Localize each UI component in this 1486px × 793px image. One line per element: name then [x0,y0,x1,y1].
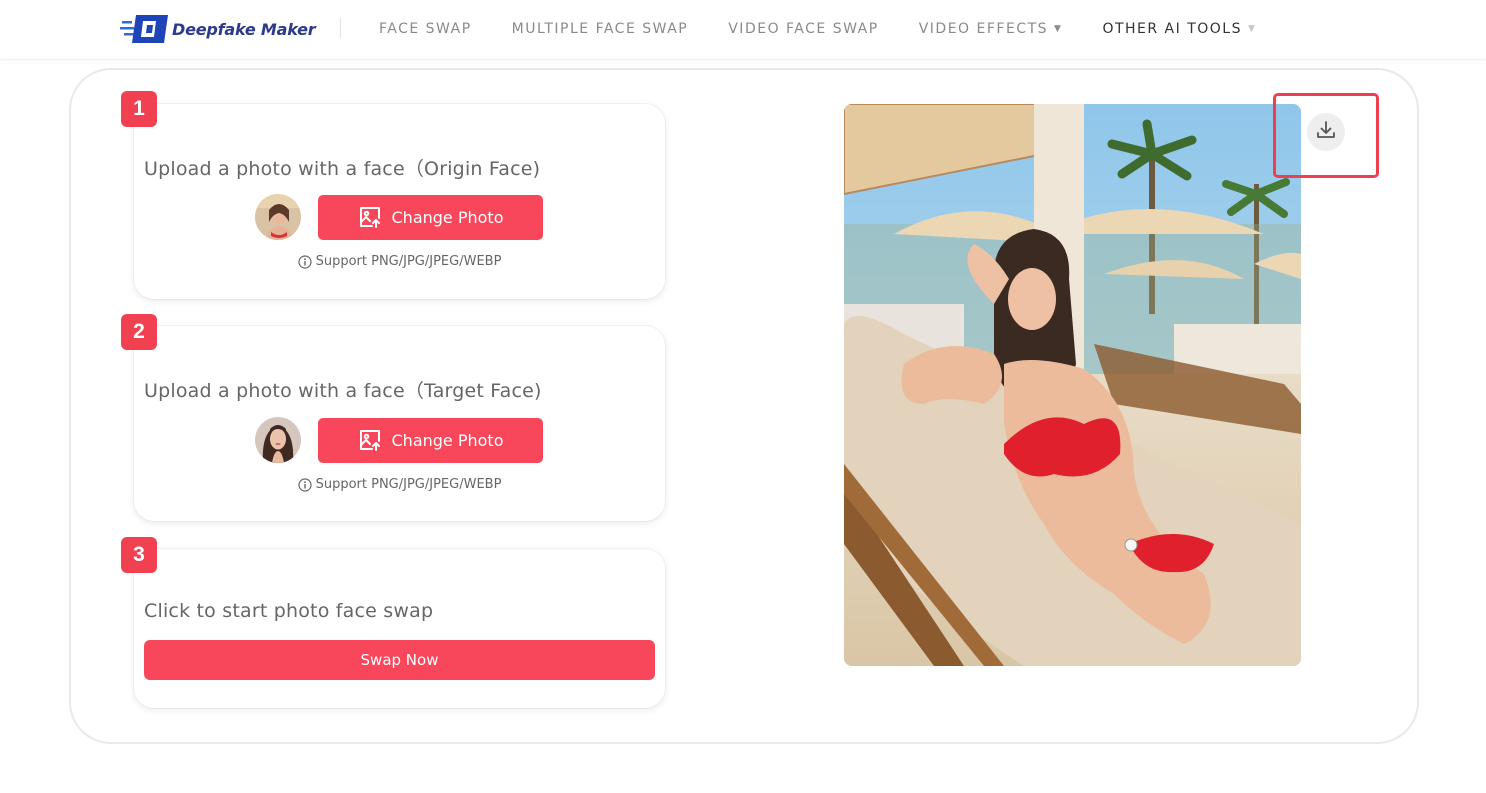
result-image [844,104,1301,666]
nav-multiple-face-swap[interactable]: MULTIPLE FACE SWAP [512,21,689,37]
nav-face-swap[interactable]: FACE SWAP [379,21,472,37]
caret-down-icon: ▼ [1248,24,1257,34]
swap-now-button[interactable]: Swap Now [144,640,655,680]
main-nav: FACE SWAP MULTIPLE FACE SWAP VIDEO FACE … [379,0,1296,58]
step-1-title: Upload a photo with a face（Origin Face) [144,158,541,180]
step-1-card: Upload a photo with a face（Origin Face) [134,104,665,299]
nav-video-effects-label: VIDEO EFFECTS [918,21,1049,37]
step-2-upload-row: Change Photo [255,417,543,463]
brand-logo[interactable]: Deepfake Maker [120,12,316,46]
nav-divider [340,18,341,38]
image-upload-icon [358,205,382,229]
nav-other-ai-tools-label: OTHER AI TOOLS [1102,21,1242,37]
change-photo-label: Change Photo [391,430,504,450]
info-icon [297,477,312,492]
step-3-title: Click to start photo face swap [144,600,434,622]
step-2-title: Upload a photo with a face（Target Face) [144,380,542,402]
download-highlight-box [1273,93,1379,178]
change-origin-photo-button[interactable]: Change Photo [318,194,543,240]
step-1-upload-row: Change Photo [255,194,543,240]
step-2-badge: 2 [121,314,157,350]
logo-mark-icon [120,12,174,46]
step-2-card: Upload a photo with a face（Target Face) [134,326,665,521]
step-2-support-text: Support PNG/JPG/JPEG/WEBP [134,477,665,492]
nav-video-effects[interactable]: VIDEO EFFECTS ▼ [919,21,1063,37]
brand-name: Deepfake Maker [172,19,316,39]
step-3-badge: 3 [121,537,157,573]
supported-formats-label: Support PNG/JPG/JPEG/WEBP [315,254,502,269]
change-target-photo-button[interactable]: Change Photo [318,417,543,463]
nav-video-face-swap[interactable]: VIDEO FACE SWAP [728,21,878,37]
supported-formats-label: Support PNG/JPG/JPEG/WEBP [315,477,502,492]
step-1-badge: 1 [121,91,157,127]
info-icon [297,254,312,269]
step-1-support-text: Support PNG/JPG/JPEG/WEBP [134,254,665,269]
caret-down-icon: ▼ [1054,24,1063,34]
origin-face-thumbnail[interactable] [255,194,301,240]
change-photo-label: Change Photo [391,207,504,227]
step-3-card: Click to start photo face swap Swap Now [134,549,665,708]
target-face-thumbnail[interactable] [255,417,301,463]
image-upload-icon [358,428,382,452]
nav-other-ai-tools[interactable]: OTHER AI TOOLS ▼ [1102,21,1256,37]
top-navigation-bar: Deepfake Maker FACE SWAP MULTIPLE FACE S… [0,0,1486,60]
